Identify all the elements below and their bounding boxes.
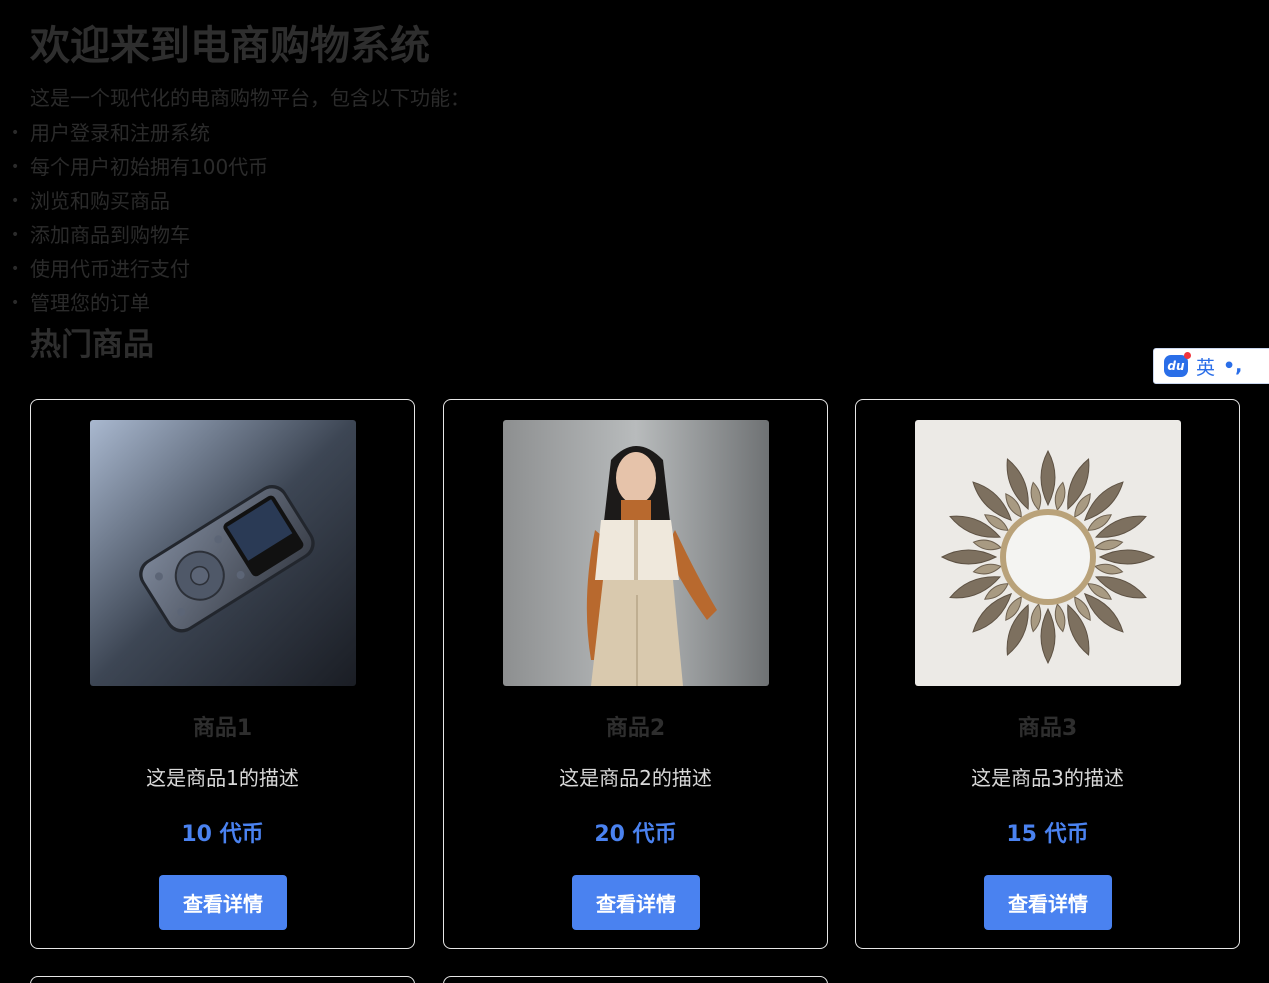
product-card: 商品3 这是商品3的描述 15 代币 查看详情 <box>855 399 1240 949</box>
feature-item: • 浏览和购买商品 <box>11 187 268 221</box>
feature-list: • 用户登录和注册系统 • 每个用户初始拥有100代币 • 浏览和购买商品 • 添加商品… <box>11 119 269 323</box>
bullet-icon: • <box>11 295 20 311</box>
ime-toolbar[interactable]: du 英 •, <box>1153 348 1269 384</box>
product-name: 商品2 <box>605 716 666 741</box>
feature-item: • 管理您的订单 <box>11 289 268 323</box>
intro-text: 这是一个现代化的电商购物平台，包含以下功能： <box>30 86 470 110</box>
bullet-icon: • <box>11 159 20 175</box>
sunburst-mirror-image[interactable] <box>915 420 1181 686</box>
feature-item: • 使用代币进行支付 <box>11 255 268 289</box>
feature-label: 管理您的订单 <box>30 291 150 315</box>
view-details-button[interactable]: 查看详情 <box>984 875 1112 930</box>
mp3-player-image[interactable] <box>90 420 356 686</box>
fashion-model-image[interactable] <box>503 420 769 686</box>
feature-label: 使用代币进行支付 <box>30 257 190 281</box>
feature-item: • 添加商品到购物车 <box>11 221 268 255</box>
product-card-partial <box>443 976 828 983</box>
view-details-button[interactable]: 查看详情 <box>159 875 287 930</box>
feature-label: 浏览和购买商品 <box>30 189 170 213</box>
product-description: 这是商品2的描述 <box>559 766 712 790</box>
feature-item: • 每个用户初始拥有100代币 <box>11 153 269 187</box>
product-card-partial <box>30 976 415 983</box>
product-price: 15 代币 <box>1006 822 1089 847</box>
feature-item: • 用户登录和注册系统 <box>11 119 268 153</box>
bullet-icon: • <box>11 261 20 277</box>
bullet-icon: • <box>11 193 20 209</box>
product-price: 20 代币 <box>594 822 677 847</box>
product-card: 商品1 这是商品1的描述 10 代币 查看详情 <box>30 399 415 949</box>
page-title: 欢迎来到电商购物系统 <box>30 23 430 69</box>
product-price: 10 代币 <box>181 822 264 847</box>
page-frame: 欢迎来到电商购物系统 这是一个现代化的电商购物平台，包含以下功能： • 用户登录和… <box>3 4 1269 983</box>
product-description: 这是商品3的描述 <box>971 766 1124 790</box>
product-name: 商品1 <box>192 716 253 741</box>
section-title-hot-products: 热门商品 <box>30 327 154 363</box>
ime-logo-icon[interactable]: du <box>1164 352 1191 377</box>
view-details-button[interactable]: 查看详情 <box>572 875 700 930</box>
ime-punctuation-toggle[interactable]: •, <box>1223 355 1242 377</box>
bullet-icon: • <box>11 227 20 243</box>
product-name: 商品3 <box>1017 716 1078 741</box>
ime-language-toggle[interactable]: 英 <box>1196 353 1215 380</box>
product-description: 这是商品1的描述 <box>146 766 299 790</box>
feature-label: 每个用户初始拥有100代币 <box>30 155 269 179</box>
feature-label: 添加商品到购物车 <box>30 223 190 247</box>
feature-label: 用户登录和注册系统 <box>30 121 210 145</box>
bullet-icon: • <box>11 125 20 141</box>
product-card: 商品2 这是商品2的描述 20 代币 查看详情 <box>443 399 828 949</box>
